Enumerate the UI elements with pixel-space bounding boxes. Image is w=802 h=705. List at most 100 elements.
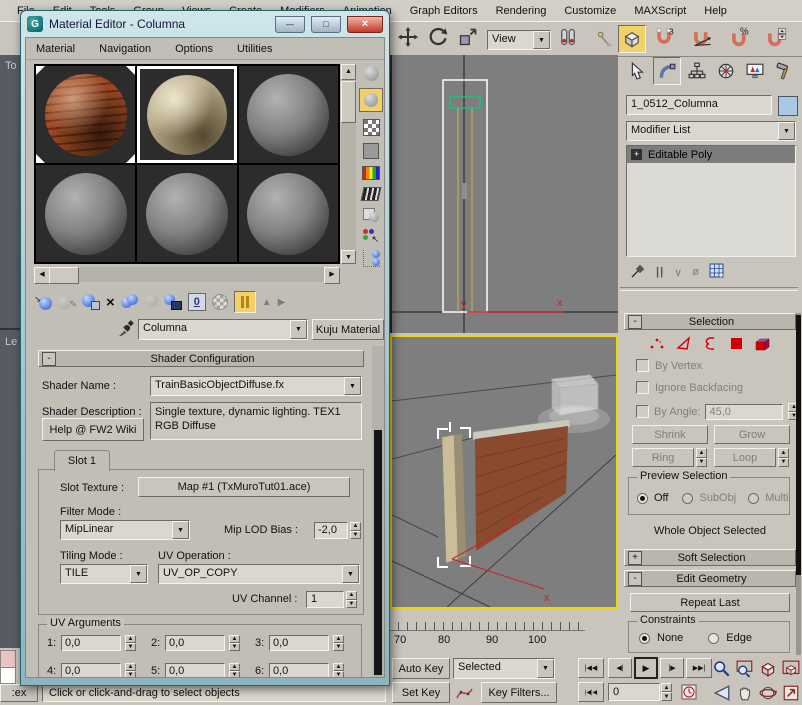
rollout-edit-geometry-header[interactable]: - Edit Geometry <box>624 570 796 587</box>
rollout-selection-header[interactable]: - Selection <box>624 313 796 330</box>
menu-utilities[interactable]: Utilities <box>225 41 284 57</box>
left-viewport-strip[interactable]: To Le <box>0 55 22 648</box>
preview-subobj-radio[interactable] <box>682 493 693 504</box>
show-end-result-icon[interactable] <box>234 291 256 313</box>
select-and-scale-icon[interactable] <box>456 26 480 48</box>
selection-set-dropdown[interactable]: Selected ▼ <box>453 658 555 679</box>
minimize-button[interactable]: — <box>275 16 305 33</box>
mip-lod-bias-field[interactable]: -2,0 <box>314 522 348 539</box>
uv-arg-1-field[interactable]: 0,0 <box>61 635 121 651</box>
sample-slot-6[interactable] <box>239 165 338 262</box>
sample-slot-5[interactable] <box>137 165 236 262</box>
chevron-down-icon[interactable]: ▼ <box>537 659 554 678</box>
chevron-down-icon[interactable]: ▼ <box>342 565 359 583</box>
collapse-icon[interactable]: - <box>628 315 642 329</box>
modifier-stack-list[interactable]: + Editable Poly <box>626 145 796 257</box>
repeat-last-button[interactable]: Repeat Last <box>630 593 790 612</box>
previous-frame-button[interactable]: ◀| <box>608 658 632 678</box>
go-to-end-button[interactable]: ▶▶| <box>686 658 712 678</box>
shader-name-dropdown[interactable]: TrainBasicObjectDiffuse.fx ▼ <box>150 376 362 396</box>
reset-map-icon[interactable]: × <box>106 294 115 311</box>
tab-modify-active[interactable] <box>653 57 681 85</box>
constraint-none-radio[interactable] <box>639 633 650 644</box>
key-mode-toggle-button[interactable]: |◀|◀ <box>578 682 604 702</box>
show-end-result-stack-icon[interactable]: || <box>656 266 664 278</box>
material-map-navigator-icon[interactable] <box>363 250 380 267</box>
sample-slot-4[interactable] <box>36 165 135 262</box>
by-vertex-checkbox[interactable] <box>636 359 649 372</box>
get-material-icon[interactable]: ↘ <box>34 294 52 310</box>
field-of-view-icon[interactable] <box>710 682 734 704</box>
scrollbar-thumb[interactable] <box>341 81 356 123</box>
sample-type-icon[interactable] <box>364 66 379 81</box>
uv-channel-field[interactable]: 1 <box>306 591 344 608</box>
uv-arg-2-field[interactable]: 0,0 <box>165 635 225 651</box>
stack-item-editable-poly[interactable]: + Editable Poly <box>627 146 795 163</box>
make-material-copy-icon[interactable] <box>121 294 139 310</box>
show-map-in-viewport-icon[interactable] <box>212 294 228 310</box>
tab-utilities[interactable] <box>770 58 797 84</box>
background-icon[interactable] <box>363 119 380 136</box>
menu-maxscript[interactable]: MAXScript <box>625 3 695 19</box>
make-preview-icon[interactable] <box>361 187 382 201</box>
configure-modifier-sets-icon[interactable] <box>709 263 724 281</box>
subobject-element-icon[interactable] <box>754 336 772 355</box>
scroll-right-icon[interactable]: ▶ <box>324 267 340 284</box>
uv-arg-3-spinner[interactable]: ▲▼ <box>333 635 344 651</box>
assign-material-to-selection-icon[interactable] <box>82 294 100 310</box>
subobject-edge-icon[interactable] <box>675 336 693 354</box>
tab-motion[interactable] <box>712 58 739 84</box>
slot1-tab[interactable]: Slot 1 <box>54 450 110 471</box>
menu-help[interactable]: Help <box>695 3 736 19</box>
object-name-field[interactable]: 1_0512_Columna <box>626 95 772 115</box>
zoom-all-icon[interactable] <box>733 658 757 680</box>
subobject-vertex-icon[interactable] <box>648 336 666 354</box>
tab-hierarchy[interactable] <box>683 58 710 84</box>
go-to-parent-icon[interactable]: ▲ <box>262 297 272 308</box>
tab-create[interactable] <box>624 58 651 84</box>
make-unique-icon[interactable]: ∨ <box>674 266 682 279</box>
select-and-rotate-icon[interactable] <box>426 26 450 48</box>
params-scrollbar[interactable] <box>372 346 384 678</box>
make-unique-icon[interactable] <box>145 294 158 310</box>
uv-arg-5-field[interactable]: 0,0 <box>165 663 225 678</box>
collapse-icon[interactable]: - <box>42 352 56 366</box>
mini-listener-script[interactable] <box>0 667 16 684</box>
filter-mode-dropdown[interactable]: MipLinear ▼ <box>60 520 190 540</box>
panel-scrollbar[interactable] <box>796 313 801 655</box>
slots-vertical-scrollbar[interactable]: ▲ ▼ <box>341 64 356 264</box>
set-key-button[interactable]: Set Key <box>392 682 450 703</box>
pan-hand-icon[interactable] <box>733 682 757 704</box>
help-fw2-wiki-button[interactable]: Help @ FW2 Wiki <box>42 418 144 441</box>
tiling-mode-dropdown[interactable]: TILE ▼ <box>60 564 148 584</box>
viewport-perspective-active[interactable]: y x <box>390 335 618 609</box>
put-material-to-scene-icon[interactable]: ✎ <box>58 294 76 310</box>
ignore-backfacing-checkbox[interactable] <box>636 381 649 394</box>
sample-slot-3[interactable] <box>239 66 338 163</box>
next-frame-button[interactable]: |▶ <box>660 658 684 678</box>
menu-rendering[interactable]: Rendering <box>487 3 556 19</box>
tab-display[interactable] <box>741 58 768 84</box>
loop-button[interactable]: Loop <box>714 448 776 467</box>
chevron-down-icon[interactable]: ▼ <box>533 31 550 49</box>
material-name-dropdown[interactable]: Columna ▼ <box>138 319 308 340</box>
ring-button[interactable]: Ring <box>632 448 694 467</box>
remove-modifier-icon[interactable]: ø <box>692 266 699 278</box>
grow-button[interactable]: Grow <box>714 425 790 444</box>
uv-arg-3-field[interactable]: 0,0 <box>269 635 329 651</box>
chevron-down-icon[interactable]: ▼ <box>778 122 795 140</box>
select-and-move-icon[interactable] <box>396 26 420 48</box>
chevron-down-icon[interactable]: ▼ <box>290 320 307 339</box>
auto-key-button[interactable]: Auto Key <box>392 658 450 679</box>
put-to-library-icon[interactable] <box>164 294 182 310</box>
scrollbar-thumb[interactable] <box>49 267 79 284</box>
maximize-button[interactable]: □ <box>311 16 341 33</box>
go-forward-to-sibling-icon[interactable]: ▶ <box>278 297 286 308</box>
use-pivot-center-icon[interactable] <box>556 26 580 48</box>
subobject-polygon-icon[interactable] <box>729 336 745 354</box>
constraint-edge-radio[interactable] <box>708 633 719 644</box>
play-button[interactable]: ▶ <box>634 657 658 679</box>
uv-arg-4-field[interactable]: 0,0 <box>61 663 121 678</box>
zoom-extents-icon[interactable] <box>756 658 780 680</box>
time-configuration-icon[interactable] <box>678 682 700 702</box>
